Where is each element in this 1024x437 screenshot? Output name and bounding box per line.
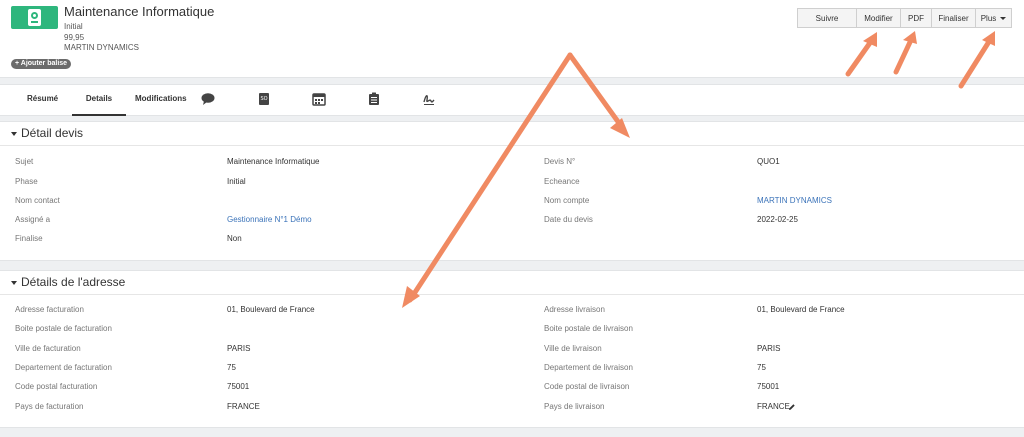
pdf-button[interactable]: PDF	[900, 8, 932, 28]
field-value: Maintenance Informatique	[227, 157, 320, 166]
field-label: Pays de facturation	[15, 402, 84, 411]
field-label: Boite postale de livraison	[544, 324, 633, 333]
more-dropdown-button[interactable]: Plus	[975, 8, 1012, 28]
tab-summary[interactable]: Résumé	[27, 85, 58, 116]
field-label: Nom compte	[544, 196, 590, 205]
record-phase: Initial	[64, 22, 83, 31]
svg-text:SO: SO	[260, 96, 267, 102]
field-label: Code postal facturation	[15, 382, 98, 391]
field-label: Boite postale de facturation	[15, 324, 112, 333]
field-label: Sujet	[15, 157, 34, 166]
more-label: Plus	[980, 13, 997, 23]
calendar-icon[interactable]	[312, 92, 326, 106]
field-value: Initial	[227, 177, 246, 186]
field-value: 01, Boulevard de France	[757, 305, 845, 314]
address-detail-header[interactable]: Détails de l'adresse	[0, 271, 1024, 295]
sales-order-icon[interactable]: SO	[257, 92, 271, 106]
follow-button[interactable]: Suivre	[797, 8, 857, 28]
field-label: Date du devis	[544, 215, 593, 224]
record-account: MARTIN DYNAMICS	[64, 43, 139, 52]
quote-detail-panel: Détail devis	[0, 121, 1024, 261]
field-label: Echeance	[544, 177, 580, 186]
field-label: Code postal de livraison	[544, 382, 630, 391]
field-value: Non	[227, 234, 242, 243]
field-label: Finalise	[15, 234, 43, 243]
comment-icon[interactable]	[201, 92, 215, 106]
action-toolbar: Suivre Modifier PDF Finaliser Plus	[797, 8, 1012, 28]
field-label: Phase	[15, 177, 38, 186]
panel-title: Détails de l'adresse	[21, 275, 126, 289]
field-value: 75001	[227, 382, 250, 391]
account-link[interactable]: MARTIN DYNAMICS	[757, 196, 832, 205]
clipboard-list-icon[interactable]	[367, 92, 381, 106]
record-title: Maintenance Informatique	[64, 4, 215, 19]
field-label: Ville de facturation	[15, 344, 81, 353]
field-value: 01, Boulevard de France	[227, 305, 315, 314]
finalize-button[interactable]: Finaliser	[931, 8, 976, 28]
tab-details[interactable]: Details	[72, 85, 126, 116]
field-label: Departement de facturation	[15, 363, 112, 372]
record-amount: 99,95	[64, 33, 85, 42]
caret-down-icon	[11, 281, 17, 285]
panel-title: Détail devis	[21, 126, 84, 140]
record-header: Maintenance Informatique Initial 99,95 M…	[0, 0, 1024, 78]
field-label: Ville de livraison	[544, 344, 602, 353]
pencil-edit-icon[interactable]	[788, 403, 796, 411]
signature-icon[interactable]	[422, 92, 436, 106]
field-value: QUO1	[757, 157, 780, 166]
field-label: Adresse facturation	[15, 305, 84, 314]
field-value: 75	[757, 363, 766, 372]
assigned-user-link[interactable]: Gestionnaire N°1 Démo	[227, 215, 312, 224]
field-value: FRANCE	[757, 402, 790, 411]
quote-document-icon	[11, 6, 58, 29]
quote-detail-header[interactable]: Détail devis	[0, 122, 1024, 146]
field-value: PARIS	[227, 344, 251, 353]
field-label: Devis N°	[544, 157, 576, 166]
caret-down-icon	[11, 132, 17, 136]
field-label: Adresse livraison	[544, 305, 605, 314]
field-value: FRANCE	[227, 402, 260, 411]
field-label: Departement de livraison	[544, 363, 633, 372]
caret-down-icon	[1000, 16, 1007, 20]
address-detail-panel: Détails de l'adresse	[0, 270, 1024, 428]
edit-button[interactable]: Modifier	[856, 8, 901, 28]
field-label: Pays de livraison	[544, 402, 605, 411]
field-value: 75001	[757, 382, 780, 391]
field-value: PARIS	[757, 344, 781, 353]
field-label: Assigné a	[15, 215, 51, 224]
field-value: 2022-02-25	[757, 215, 798, 224]
record-tabs: Résumé Details Modifications SO	[0, 84, 1024, 116]
field-label: Nom contact	[15, 196, 60, 205]
field-value: 75	[227, 363, 236, 372]
tab-changes[interactable]: Modifications	[135, 85, 187, 116]
add-tag-button[interactable]: + Ajouter balise	[11, 59, 72, 69]
